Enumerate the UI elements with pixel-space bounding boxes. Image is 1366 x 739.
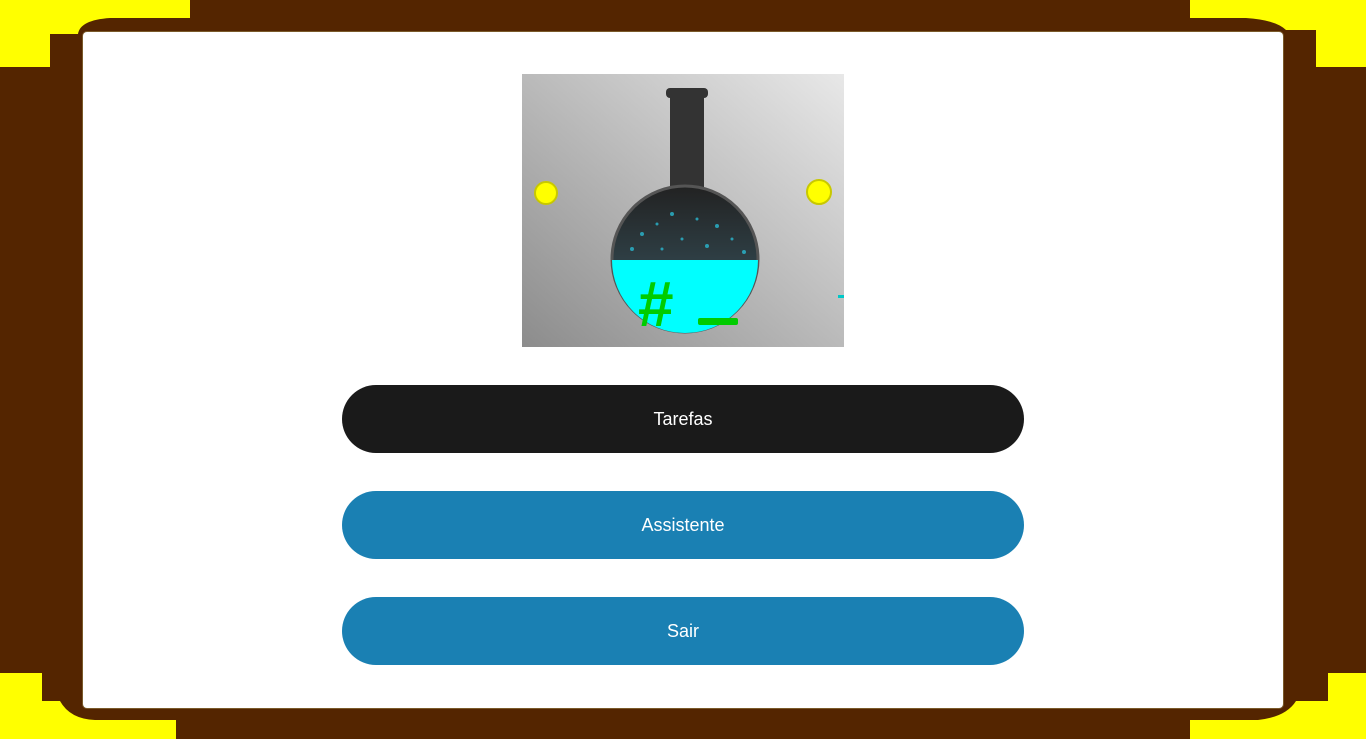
hash-symbol: # xyxy=(638,268,674,340)
assistant-button[interactable]: Assistente xyxy=(342,491,1024,559)
tasks-button[interactable]: Tarefas xyxy=(342,385,1024,453)
exit-button[interactable]: Sair xyxy=(342,597,1024,665)
main-panel: # Tarefas Assistente Sair xyxy=(83,32,1283,708)
exit-button-label: Sair xyxy=(666,620,699,641)
assistant-button-label: Assistente xyxy=(641,514,725,535)
tasks-button-label: Tarefas xyxy=(653,408,713,429)
flask-icon: # xyxy=(522,74,844,347)
